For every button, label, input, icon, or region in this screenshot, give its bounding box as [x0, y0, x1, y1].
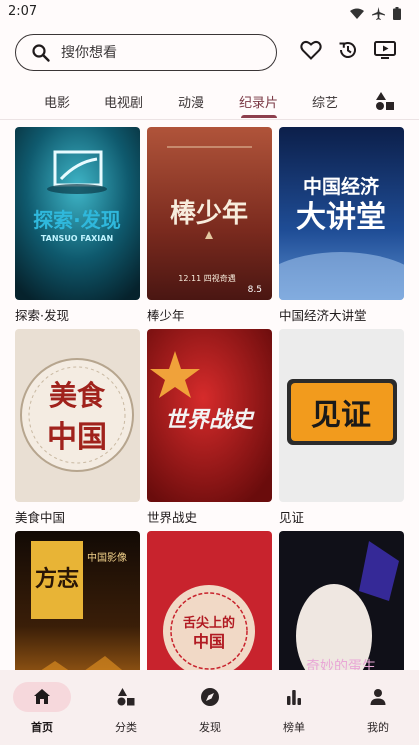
media-card[interactable]: 舌尖上的 中国 [147, 531, 272, 670]
poster: 见证 [279, 329, 404, 502]
poster-subtitle: 中国影像 [87, 551, 127, 564]
search-row [0, 30, 419, 76]
nav-category[interactable]: 分类 [84, 670, 168, 745]
poster-title: 舌尖上的 [183, 615, 235, 631]
tab-variety[interactable]: 综艺 [312, 92, 338, 111]
poster-subtitle: 大讲堂 [296, 200, 386, 235]
wifi-icon [350, 5, 364, 24]
card-title: 见证 [279, 510, 305, 525]
poster: 美食 中国 [15, 329, 140, 502]
search-input[interactable] [61, 44, 251, 61]
poster: 中国经济 大讲堂 [279, 127, 404, 300]
history-button[interactable] [336, 40, 360, 64]
poster-title: 探索·发现 [33, 208, 121, 232]
poster: 世界战史 [147, 329, 272, 502]
home-icon [32, 687, 52, 707]
active-tab-indicator [241, 115, 277, 118]
tv-play-icon [374, 40, 396, 64]
media-card[interactable]: 探索·发现 TANSUO FAXIAN 探索·发现 [15, 127, 140, 324]
rating-badge: 8.5 [248, 285, 262, 295]
poster-subtitle: 中国 [47, 420, 107, 455]
tab-anime[interactable]: 动漫 [178, 92, 204, 111]
card-title: 世界战史 [147, 510, 198, 525]
card-title: 探索·发现 [15, 308, 69, 323]
card-title: 美食中国 [15, 510, 66, 525]
nav-label: 首页 [31, 721, 53, 734]
poster-subtitle: TANSUO FAXIAN [41, 234, 113, 243]
poster: 探索·发现 TANSUO FAXIAN [15, 127, 140, 300]
poster-title: 奇妙的蛋生 [306, 658, 376, 670]
category-tabs: 电影 电视剧 动漫 纪录片 综艺 [0, 86, 419, 120]
media-card[interactable]: 美食 中国 美食中国 [15, 329, 140, 526]
media-card[interactable]: 中国经济 大讲堂 中国经济大讲堂 [279, 127, 404, 324]
search-box[interactable] [15, 34, 277, 71]
person-icon [368, 687, 388, 707]
poster-title: 见证 [311, 398, 371, 433]
poster: 奇妙的蛋生 [279, 531, 404, 670]
card-title: 中国经济大讲堂 [279, 308, 367, 323]
search-icon [31, 43, 51, 63]
poster: 舌尖上的 中国 [147, 531, 272, 670]
status-bar: 2:07 [0, 0, 419, 26]
documentary-grid: 探索·发现 TANSUO FAXIAN 探索·发现 棒少年 12.11 四视奇遇… [0, 125, 419, 670]
nav-profile[interactable]: 我的 [336, 670, 419, 745]
heart-icon [300, 40, 322, 64]
nav-discover[interactable]: 发现 [168, 670, 252, 745]
poster-title: 世界战史 [165, 408, 255, 433]
bottom-navigation: 首页 分类 发现 榜单 我的 [0, 670, 419, 745]
poster-title: 中国经济 [303, 175, 380, 198]
shapes-icon [374, 92, 396, 115]
category-icon [116, 687, 136, 707]
nav-ranking[interactable]: 榜单 [252, 670, 336, 745]
battery-icon [393, 5, 401, 24]
tv-button[interactable] [373, 40, 397, 64]
compass-icon [200, 687, 220, 707]
history-icon [337, 39, 359, 65]
poster-subtitle: 中国 [193, 632, 225, 651]
favorites-button[interactable] [299, 40, 323, 64]
media-card[interactable]: 见证 见证 [279, 329, 404, 526]
poster-title: 美食 [49, 379, 106, 412]
nav-label: 发现 [199, 721, 221, 734]
media-card[interactable]: 世界战史 世界战史 [147, 329, 272, 526]
poster-date: 12.11 四视奇遇 [178, 273, 235, 283]
nav-label: 榜单 [283, 721, 305, 734]
chart-icon [284, 687, 304, 707]
nav-label: 我的 [367, 721, 389, 734]
card-title: 棒少年 [147, 308, 185, 323]
nav-label: 分类 [115, 721, 137, 734]
poster-title: 方志 [35, 566, 79, 592]
media-card[interactable]: 方志 中国影像 [15, 531, 140, 670]
poster-title: 棒少年 [170, 198, 248, 229]
media-card[interactable]: 棒少年 12.11 四视奇遇 8.5 棒少年 [147, 127, 272, 324]
poster: 棒少年 12.11 四视奇遇 8.5 [147, 127, 272, 300]
status-time: 2:07 [8, 4, 38, 19]
nav-home[interactable]: 首页 [0, 670, 84, 745]
media-card[interactable]: 奇妙的蛋生 [279, 531, 404, 670]
poster: 方志 中国影像 [15, 531, 140, 670]
tab-tv-series[interactable]: 电视剧 [104, 92, 143, 111]
more-categories-button[interactable] [374, 91, 396, 115]
tab-movie[interactable]: 电影 [44, 92, 70, 111]
airplane-icon [372, 5, 385, 24]
tab-documentary[interactable]: 纪录片 [239, 92, 278, 111]
